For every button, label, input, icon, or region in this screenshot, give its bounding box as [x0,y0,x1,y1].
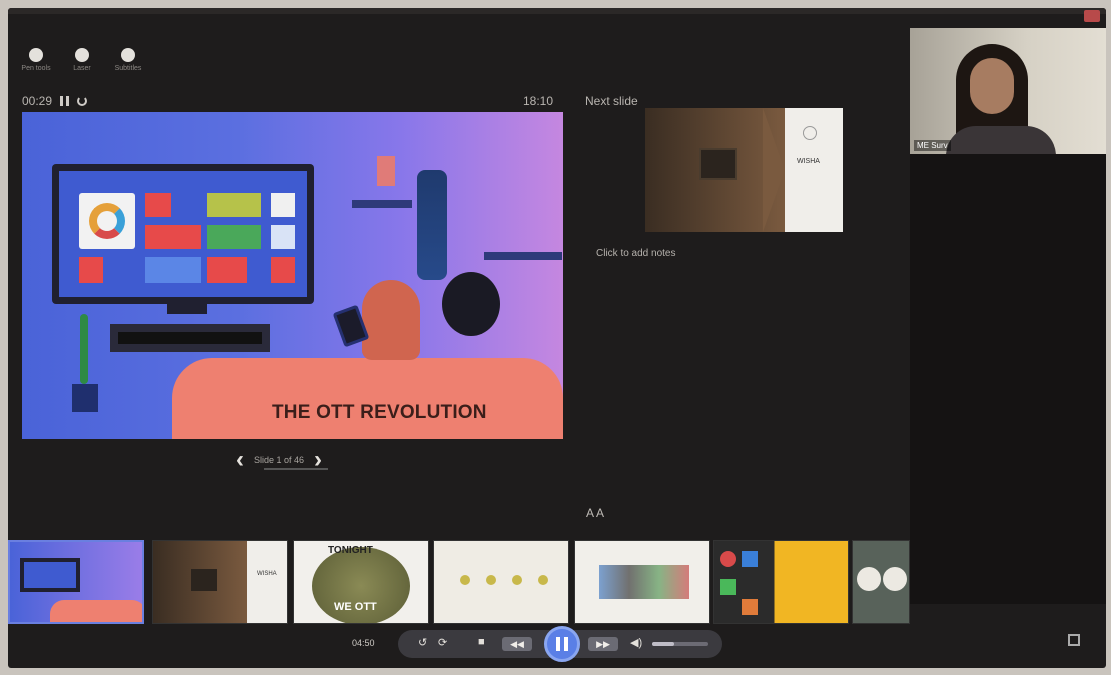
soundbar [110,324,270,352]
logo-icon [803,126,817,140]
thumbnail-slide-3[interactable]: TONIGHT WE OTT [293,540,429,624]
thumbnail-slide-2[interactable]: WISHA [152,540,288,624]
playback-time: 04:50 [352,638,375,648]
thumbnail-slide-5[interactable] [574,540,710,624]
participant-name: ME Surv [914,140,951,151]
tv-tile [271,193,295,217]
repeat-icon[interactable]: ⟳ [438,636,447,649]
clock: 18:10 [523,94,554,108]
forward-button[interactable]: ▶▶ [588,637,618,651]
elapsed-time: 00:29 [22,94,53,108]
participant-video[interactable]: ME Surv [910,28,1106,154]
tv-tile [207,193,261,217]
next-slide-text-panel: WISHA [763,108,843,232]
pen-tool-button[interactable]: Pen tools [21,48,51,72]
control-bar: 04:50 ↺ ⟳ ■ ◀◀ ▶▶ ◀) [8,620,1106,668]
tv-tile [79,193,135,249]
thumbnail-slide-6[interactable] [713,540,849,624]
tool-bar: Pen tools Laser Subtitles [21,48,142,72]
media-controls: ↺ ⟳ ■ ◀◀ ▶▶ ◀) [398,626,722,662]
slide-title: THE OTT REVOLUTION [272,402,487,423]
tv-tile [145,257,201,283]
pause-icon [556,637,568,651]
thumbnail-slide-4[interactable] [433,540,569,624]
close-button[interactable] [1084,10,1100,22]
tv-tile [79,257,103,283]
tv-tile [207,225,261,249]
tv-tile [145,225,201,249]
tv-illustration [52,164,314,304]
notes-area[interactable]: Click to add notes [596,248,676,259]
wall-shelf [352,200,412,208]
retro-tv-icon [699,148,737,180]
hanging-plant [417,170,447,280]
person-illustration [362,280,420,360]
reset-timer-icon[interactable] [77,96,88,106]
text-size-controls[interactable]: A A [586,506,604,520]
volume-level [652,642,675,646]
person-illustration [442,272,500,336]
thumbnail-slide-1[interactable] [8,540,144,624]
slide-progress [264,468,328,470]
presenter-view: Pen tools Laser Subtitles 00:29 18:10 Ne… [8,8,1106,668]
potted-plant [62,312,106,412]
tv-tile [271,257,295,283]
volume-icon[interactable]: ◀) [630,636,642,649]
previous-slide-icon[interactable]: ‹ [236,448,244,472]
fullscreen-icon[interactable] [1068,634,1080,646]
next-slide-preview[interactable]: WISHA [645,108,843,232]
pause-timer-icon[interactable] [60,96,70,106]
tv-tile [145,193,171,217]
tv-tile [271,225,295,249]
tv-stand [167,304,207,314]
thumbnail-slide-7[interactable] [852,540,910,624]
timer: 00:29 [22,94,88,108]
pause-button[interactable] [544,626,580,662]
laser-tool-label: Laser [73,65,91,72]
wall-shelf-right [484,252,562,260]
undo-icon[interactable]: ↺ [418,636,427,649]
subtitle-icon [121,48,135,62]
laser-icon [75,48,89,62]
current-slide[interactable]: THE OTT REVOLUTION [22,112,563,439]
pen-icon [29,48,43,62]
title-bar [8,8,1106,14]
subtitles-tool-label: Subtitles [114,65,142,72]
slide-counter[interactable]: Slide 1 of 46 [254,455,304,465]
participants-panel [910,154,1106,604]
volume-slider[interactable] [652,642,708,646]
stop-icon[interactable]: ■ [478,636,485,648]
next-slide-label: Next slide [585,94,638,108]
next-slide-text: WISHA [797,158,820,165]
slide-thumbnail-strip: WISHA TONIGHT WE OTT [8,540,910,632]
pen-tool-label: Pen tools [21,65,51,72]
wall-art [377,156,395,186]
subtitles-tool-button[interactable]: Subtitles [114,48,142,72]
laser-tool-button[interactable]: Laser [68,48,96,72]
tv-screen [59,171,307,297]
rewind-button[interactable]: ◀◀ [502,637,532,651]
couch [172,358,563,439]
tv-tile [207,257,247,283]
